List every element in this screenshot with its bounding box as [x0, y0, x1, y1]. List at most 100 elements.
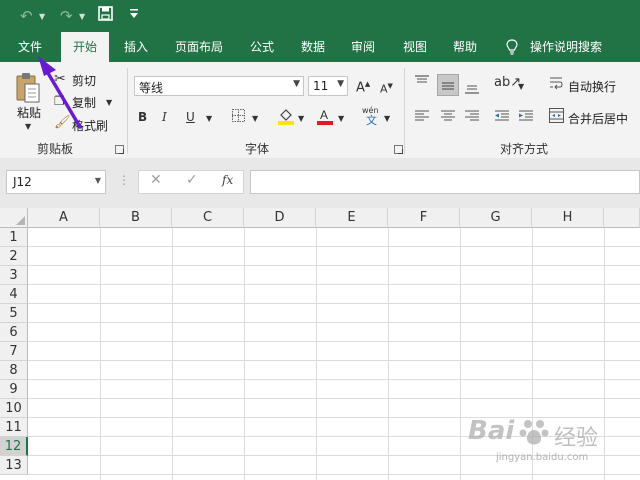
copy-button[interactable]: 复制 — [72, 94, 96, 111]
ribbon-home: 粘贴 ▼ ✂ 剪切 ❐ 复制 ▼ 🖌 格式刷 剪贴板 等线 ▼ 11 ▼ A▲ … — [0, 62, 640, 159]
row-header[interactable]: 2 — [0, 247, 28, 266]
chevron-down-icon[interactable]: ▼ — [95, 176, 101, 185]
svg-text:A: A — [320, 108, 328, 122]
row-header[interactable]: 11 — [0, 418, 28, 437]
row-header[interactable]: 4 — [0, 285, 28, 304]
increase-font-icon[interactable]: A▲ — [356, 77, 370, 95]
tab-review[interactable]: 审阅 — [341, 32, 385, 62]
align-middle-button[interactable] — [437, 74, 459, 96]
borders-icon[interactable] — [232, 109, 245, 125]
row-header[interactable]: 8 — [0, 361, 28, 380]
row-header[interactable]: 13 — [0, 456, 28, 475]
bold-button[interactable]: B — [138, 110, 147, 124]
column-header[interactable]: F — [388, 208, 460, 228]
row-header[interactable]: 5 — [0, 304, 28, 323]
merge-center-icon[interactable] — [549, 108, 564, 126]
underline-dropdown-icon[interactable]: ▼ — [206, 112, 212, 126]
customize-icon[interactable] — [130, 8, 138, 26]
redo-icon[interactable]: ↷ — [60, 7, 73, 25]
tab-view[interactable]: 视图 — [393, 32, 437, 62]
column-header[interactable]: E — [316, 208, 388, 228]
align-left-icon[interactable] — [414, 110, 430, 125]
phonetic-dropdown-icon[interactable]: ▼ — [384, 112, 390, 126]
align-right-icon[interactable] — [464, 110, 480, 125]
fill-color-dropdown-icon[interactable]: ▼ — [298, 112, 304, 126]
gridline — [28, 379, 640, 380]
cancel-icon[interactable]: ✕ — [150, 172, 162, 188]
wrap-text-icon[interactable] — [549, 76, 563, 93]
tab-formulas[interactable]: 公式 — [240, 32, 284, 62]
column-header[interactable]: G — [460, 208, 532, 228]
watermark-url: jingyan.baidu.com — [496, 452, 589, 463]
alignment-group-label: 对齐方式 — [500, 142, 549, 156]
decrease-font-icon[interactable]: A▼ — [380, 79, 393, 97]
align-top-icon[interactable] — [414, 75, 430, 90]
cut-button[interactable]: 剪切 — [72, 72, 96, 89]
tab-insert[interactable]: 插入 — [114, 32, 158, 62]
row-header[interactable]: 10 — [0, 399, 28, 418]
undo-icon[interactable]: ↶ — [20, 7, 33, 25]
format-painter-button[interactable]: 格式刷 — [72, 117, 108, 134]
clipboard-launcher-icon[interactable] — [115, 145, 124, 154]
font-color-icon[interactable]: A — [316, 107, 334, 128]
tab-page-layout[interactable]: 页面布局 — [168, 32, 230, 62]
tab-home[interactable]: 开始 — [61, 32, 109, 62]
formula-input[interactable] — [250, 170, 640, 194]
name-box-value: J12 — [13, 175, 32, 189]
tab-help[interactable]: 帮助 — [443, 32, 487, 62]
tab-file[interactable]: 文件 — [8, 32, 52, 62]
font-launcher-icon[interactable] — [394, 145, 403, 154]
paste-dropdown-icon[interactable]: ▼ — [25, 120, 31, 134]
column-header[interactable]: A — [28, 208, 100, 228]
enter-icon[interactable]: ✓ — [186, 172, 198, 188]
row-header[interactable]: 7 — [0, 342, 28, 361]
tab-data[interactable]: 数据 — [291, 32, 335, 62]
gridline — [28, 303, 640, 304]
merge-center-button[interactable]: 合并后居中 — [568, 110, 628, 127]
insert-function-icon[interactable]: fx — [222, 173, 233, 187]
wrap-text-button[interactable]: 自动换行 — [568, 78, 616, 95]
row-header[interactable]: 3 — [0, 266, 28, 285]
paste-icon[interactable] — [15, 72, 41, 107]
column-header[interactable] — [604, 208, 640, 228]
copy-icon[interactable]: ❐ — [54, 94, 65, 108]
font-size-select[interactable]: 11 ▼ — [308, 76, 348, 96]
gridline — [28, 322, 640, 323]
row-header[interactable]: 9 — [0, 380, 28, 399]
font-name-select[interactable]: 等线 ▼ — [134, 76, 304, 96]
chevron-down-icon: ▼ — [293, 79, 300, 89]
underline-button[interactable]: U — [186, 110, 195, 124]
decrease-indent-icon[interactable] — [494, 110, 510, 125]
copy-dropdown-icon[interactable]: ▼ — [106, 96, 112, 110]
column-header[interactable]: B — [100, 208, 172, 228]
column-header[interactable]: D — [244, 208, 316, 228]
borders-dropdown-icon[interactable]: ▼ — [252, 112, 258, 126]
format-painter-icon[interactable]: 🖌 — [54, 116, 71, 130]
font-color-dropdown-icon[interactable]: ▼ — [338, 112, 344, 126]
fill-color-icon[interactable] — [277, 107, 295, 128]
row-header[interactable]: 1 — [0, 228, 28, 247]
paste-button[interactable]: 粘贴 — [17, 104, 41, 121]
undo-dropdown-icon[interactable]: ▼ — [39, 12, 45, 21]
divider — [127, 68, 128, 154]
watermark: Bai 经验 jingyan.baidu.com — [462, 410, 637, 478]
name-box[interactable]: J12 ▼ — [6, 170, 106, 194]
row-header-selected[interactable]: 12 — [0, 437, 28, 456]
increase-indent-icon[interactable] — [518, 110, 534, 125]
scissors-icon[interactable]: ✂ — [54, 72, 66, 86]
save-icon[interactable] — [98, 6, 113, 25]
tell-me-search[interactable]: 操作说明搜索 — [530, 32, 610, 62]
redo-dropdown-icon[interactable]: ▼ — [79, 12, 85, 21]
column-header[interactable]: C — [172, 208, 244, 228]
align-center-icon[interactable] — [440, 110, 456, 125]
chevron-down-icon: ▼ — [337, 79, 344, 89]
italic-button[interactable]: I — [162, 110, 167, 124]
gridline — [28, 341, 640, 342]
select-all-button[interactable] — [0, 208, 28, 228]
orientation-dropdown-icon[interactable]: ▼ — [518, 80, 524, 94]
row-header[interactable]: 6 — [0, 323, 28, 342]
column-header[interactable]: H — [532, 208, 604, 228]
resize-handle-icon[interactable]: ⋮ — [118, 173, 130, 187]
phonetic-guide-icon[interactable]: 文 — [366, 114, 377, 128]
align-bottom-icon[interactable] — [464, 82, 480, 97]
